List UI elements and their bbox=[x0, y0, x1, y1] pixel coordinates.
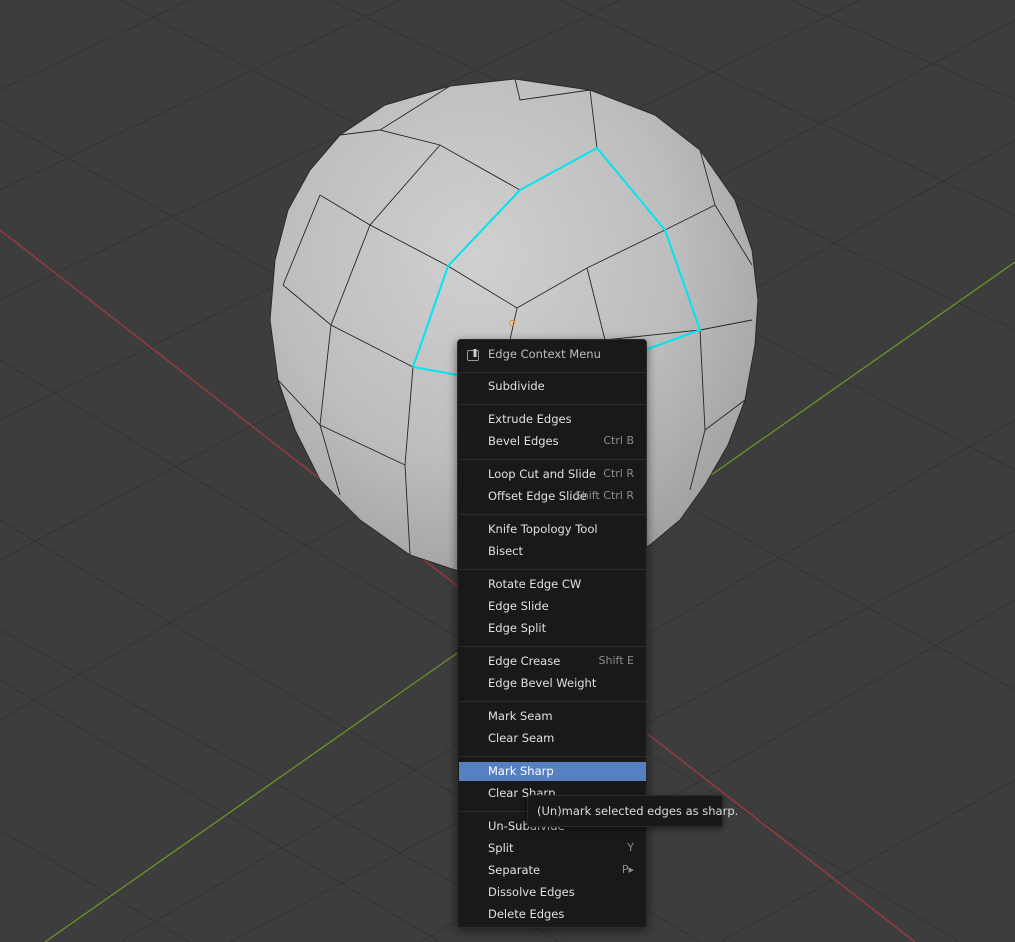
menu-separator bbox=[460, 514, 646, 515]
menu-item-label: Subdivide bbox=[488, 379, 545, 393]
menu-item-label: Edge Crease bbox=[488, 654, 561, 668]
menu-item-bisect[interactable]: Bisect bbox=[459, 542, 646, 561]
menu-item-mark-seam[interactable]: Mark Seam bbox=[459, 707, 646, 726]
menu-item-subdivide[interactable]: Subdivide bbox=[459, 377, 646, 396]
menu-item-shortcut: Ctrl R bbox=[603, 467, 634, 480]
menu-item-edge-slide[interactable]: Edge Slide bbox=[459, 597, 646, 616]
menu-item-loop-cut-and-slide[interactable]: Loop Cut and Slide Ctrl R bbox=[459, 465, 646, 484]
menu-item-label: Offset Edge Slide bbox=[488, 489, 587, 503]
menu-item-label: Edge Slide bbox=[488, 599, 549, 613]
menu-item-rotate-edge-cw[interactable]: Rotate Edge CW bbox=[459, 575, 646, 594]
menu-item-dissolve-edges[interactable]: Dissolve Edges bbox=[459, 883, 646, 902]
submenu-arrow-icon: P▸ bbox=[621, 863, 634, 876]
menu-separator bbox=[460, 372, 646, 373]
menu-item-bevel-edges[interactable]: Bevel Edges Ctrl B bbox=[459, 432, 646, 451]
menu-item-extrude-edges[interactable]: Extrude Edges bbox=[459, 410, 646, 429]
menu-item-label: Rotate Edge CW bbox=[488, 577, 582, 591]
menu-separator bbox=[460, 646, 646, 647]
menu-item-label: Split bbox=[488, 841, 514, 855]
menu-item-delete-edges[interactable]: Delete Edges bbox=[459, 905, 646, 924]
menu-item-label: Bisect bbox=[488, 544, 523, 558]
menu-header[interactable]: Edge Context Menu bbox=[458, 343, 646, 365]
menu-item-edge-bevel-weight[interactable]: Edge Bevel Weight bbox=[459, 674, 646, 693]
menu-item-label: Separate bbox=[488, 863, 541, 877]
menu-item-knife-topology-tool[interactable]: Knife Topology Tool bbox=[459, 520, 646, 539]
menu-item-split[interactable]: Split Y bbox=[459, 839, 646, 858]
menu-item-offset-edge-slide[interactable]: Offset Edge Slide Shift Ctrl R bbox=[459, 487, 646, 506]
pin-icon[interactable] bbox=[466, 348, 480, 362]
menu-item-label: Edge Bevel Weight bbox=[488, 676, 597, 690]
menu-item-shortcut: Y bbox=[627, 841, 634, 854]
menu-separator bbox=[460, 459, 646, 460]
menu-item-shortcut: Shift E bbox=[598, 654, 634, 667]
menu-item-separate[interactable]: Separate P▸ bbox=[459, 861, 646, 880]
menu-item-label: Edge Split bbox=[488, 621, 547, 635]
menu-item-mark-sharp[interactable]: Mark Sharp bbox=[459, 762, 646, 781]
menu-item-label: Bevel Edges bbox=[488, 434, 559, 448]
edge-context-menu: Edge Context Menu Subdivide Extrude Edge… bbox=[457, 339, 647, 928]
tooltip: (Un)mark selected edges as sharp. bbox=[527, 795, 738, 827]
menu-item-label: Knife Topology Tool bbox=[488, 522, 598, 536]
menu-item-label: Extrude Edges bbox=[488, 412, 572, 426]
menu-title: Edge Context Menu bbox=[488, 347, 601, 361]
menu-item-label: Clear Seam bbox=[488, 731, 555, 745]
menu-item-label: Mark Seam bbox=[488, 709, 553, 723]
menu-separator bbox=[460, 569, 646, 570]
menu-item-shortcut: Ctrl B bbox=[603, 434, 634, 447]
menu-separator bbox=[460, 404, 646, 405]
menu-separator bbox=[460, 701, 646, 702]
menu-item-label: Delete Edges bbox=[488, 907, 565, 921]
menu-item-shortcut: Shift Ctrl R bbox=[574, 489, 634, 502]
menu-item-edge-split[interactable]: Edge Split bbox=[459, 619, 646, 638]
menu-item-label: Dissolve Edges bbox=[488, 885, 575, 899]
menu-item-clear-seam[interactable]: Clear Seam bbox=[459, 729, 646, 748]
menu-item-label: Mark Sharp bbox=[488, 764, 554, 778]
menu-item-label: Loop Cut and Slide bbox=[488, 467, 597, 481]
menu-separator bbox=[460, 756, 646, 757]
tooltip-text: (Un)mark selected edges as sharp. bbox=[537, 804, 739, 818]
menu-item-edge-crease[interactable]: Edge Crease Shift E bbox=[459, 652, 646, 671]
